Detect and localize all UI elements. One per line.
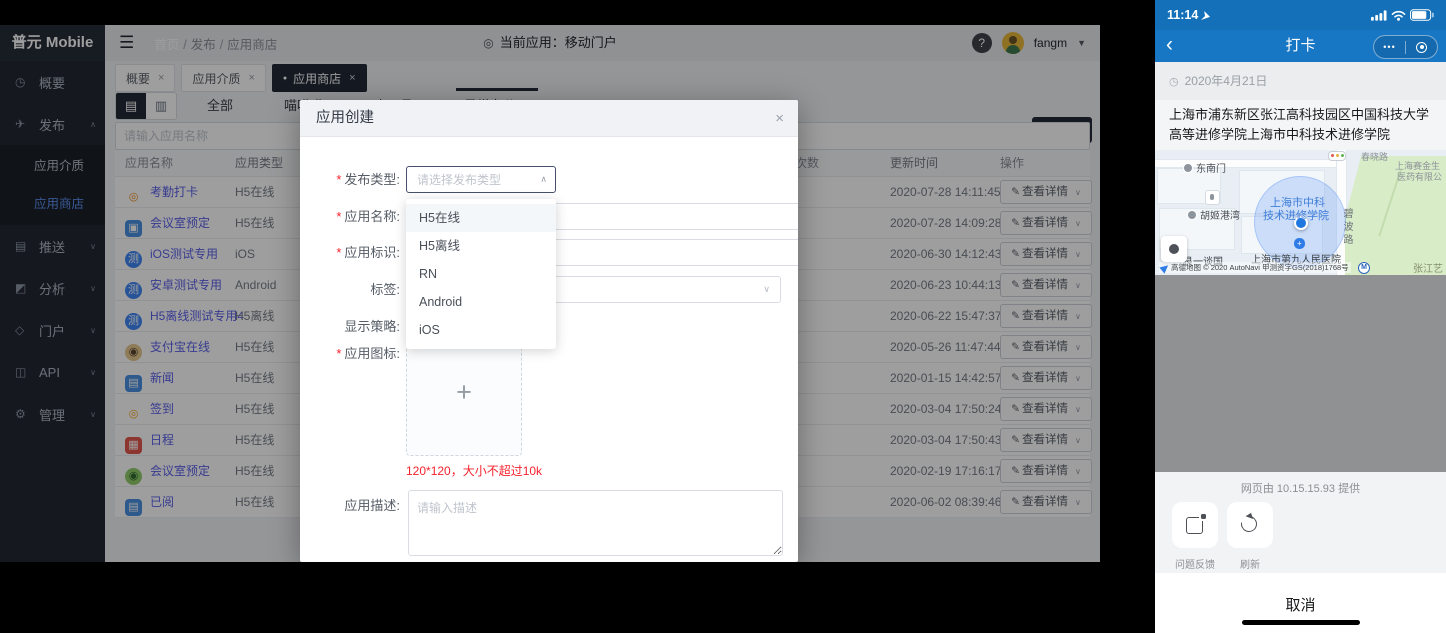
- provider-text: 网页由 10.15.15.93 提供: [1155, 472, 1446, 496]
- traffic-light-icon: [1328, 151, 1346, 161]
- status-bar: 11:14: [1155, 0, 1446, 30]
- field-label-ident: *应用标识:: [300, 239, 400, 266]
- phone-screen: 11:14 ‹ 打卡 ••• ◷ 2020年4月21日 上海市浦东新区张江高科技园…: [1155, 0, 1446, 633]
- miniprogram-capsule: •••: [1373, 35, 1438, 59]
- battery-icon: [1410, 9, 1434, 21]
- sheet-action-icon-box[interactable]: [1227, 502, 1273, 548]
- signal-icon: [1371, 10, 1387, 21]
- status-time: 11:14: [1167, 8, 1210, 22]
- map-label: 东南门: [1183, 160, 1226, 175]
- required-star: *: [336, 245, 341, 260]
- locate-me-button[interactable]: [1161, 236, 1187, 262]
- sheet-action-label: 刷新: [1218, 556, 1282, 571]
- map-label: 胡姬港湾: [1187, 207, 1240, 222]
- map[interactable]: 东南门胡姬港湾上海市中科技术进修学院上海市第九人民医院碧波路上海赛金生医药有限公…: [1155, 150, 1446, 275]
- chevron-up-icon: ∧: [540, 167, 547, 192]
- modal-header: 应用创建: [300, 100, 798, 137]
- metro-icon: M: [1358, 262, 1370, 274]
- chevron-down-icon: ∨: [763, 277, 770, 302]
- cancel-button[interactable]: 取消: [1155, 573, 1446, 615]
- icon-upload-box[interactable]: +: [406, 338, 522, 456]
- map-label: 技术进修学院: [1263, 207, 1329, 223]
- dropdown-option[interactable]: H5在线: [406, 204, 556, 232]
- date-text: 2020年4月21日: [1185, 74, 1268, 88]
- map-label: 张江艺: [1413, 260, 1443, 275]
- modal-title: 应用创建: [316, 110, 374, 126]
- hospital-poi-icon: +: [1294, 238, 1305, 249]
- field-label-desc: 应用描述:: [300, 492, 400, 519]
- field-label-name: *应用名称:: [300, 203, 400, 230]
- map-attribution: 高德地图 © 2020 AutoNavi 甲测资字GS(2018)1768号: [1159, 262, 1351, 273]
- publish-type-dropdown: H5在线H5离线RNAndroidiOS: [406, 199, 556, 349]
- dropdown-option[interactable]: iOS: [406, 316, 556, 344]
- address-text: 上海市浦东新区张江高科技园区中国科技大学高等进修学院上海市中科技术进修学院: [1155, 100, 1446, 150]
- date-row: ◷ 2020年4月21日: [1155, 62, 1446, 100]
- action-sheet: 网页由 10.15.15.93 提供 问题反馈 刷新: [1155, 472, 1446, 573]
- required-star: *: [336, 209, 341, 224]
- app-desc-textarea[interactable]: [408, 490, 783, 556]
- select-placeholder: 请选择发布类型: [407, 173, 501, 187]
- close-target-icon[interactable]: [1406, 42, 1437, 53]
- sheet-dim-overlay: [1155, 275, 1446, 472]
- nav-bar: ‹ 打卡 •••: [1155, 30, 1446, 62]
- dropdown-option[interactable]: RN: [406, 260, 556, 288]
- required-star: *: [336, 346, 341, 361]
- field-label-tag: 标签:: [300, 276, 400, 303]
- amap-logo-icon: [1159, 262, 1170, 273]
- required-star: *: [336, 172, 341, 187]
- sheet-action[interactable]: 问题反馈: [1172, 502, 1218, 571]
- admin-window: 普元 Mobile ☰ 首页/ 发布/ 应用商店 ◎当前应用：移动门户 ? fa…: [0, 25, 1100, 562]
- map-label: 春晓路: [1361, 150, 1388, 163]
- sheet-action[interactable]: 刷新: [1227, 502, 1273, 571]
- more-menu-icon[interactable]: •••: [1374, 42, 1405, 52]
- sheet-action-icon: [1186, 517, 1203, 534]
- field-label-icon: *应用图标:: [300, 340, 400, 367]
- dropdown-option[interactable]: Android: [406, 288, 556, 316]
- field-label-strategy: 显示策略:: [300, 313, 400, 340]
- map-label: 碧波路: [1339, 208, 1354, 247]
- home-indicator: [1242, 620, 1360, 625]
- wifi-icon: [1391, 10, 1406, 21]
- publish-type-select[interactable]: 请选择发布类型 ∧: [406, 166, 556, 193]
- location-arrow-icon: [1201, 11, 1210, 20]
- status-icons: [1371, 9, 1434, 21]
- clock-icon: ◷: [1169, 76, 1179, 88]
- hotel-poi-icon: [1205, 190, 1220, 205]
- create-app-modal: 应用创建 × *发布类型: 请选择发布类型 ∧ *应用名称: *应用标识: 标签:…: [300, 100, 798, 562]
- close-icon[interactable]: ×: [775, 100, 784, 137]
- map-label: 医药有限公: [1397, 170, 1442, 183]
- dropdown-option[interactable]: H5离线: [406, 232, 556, 260]
- field-label-publish: *发布类型:: [300, 166, 400, 193]
- plus-icon: +: [407, 377, 521, 408]
- icon-size-hint: 120*120，大小不超过10k: [406, 462, 542, 479]
- sheet-action-icon-box[interactable]: [1172, 502, 1218, 548]
- sheet-action-icon: [1238, 513, 1260, 535]
